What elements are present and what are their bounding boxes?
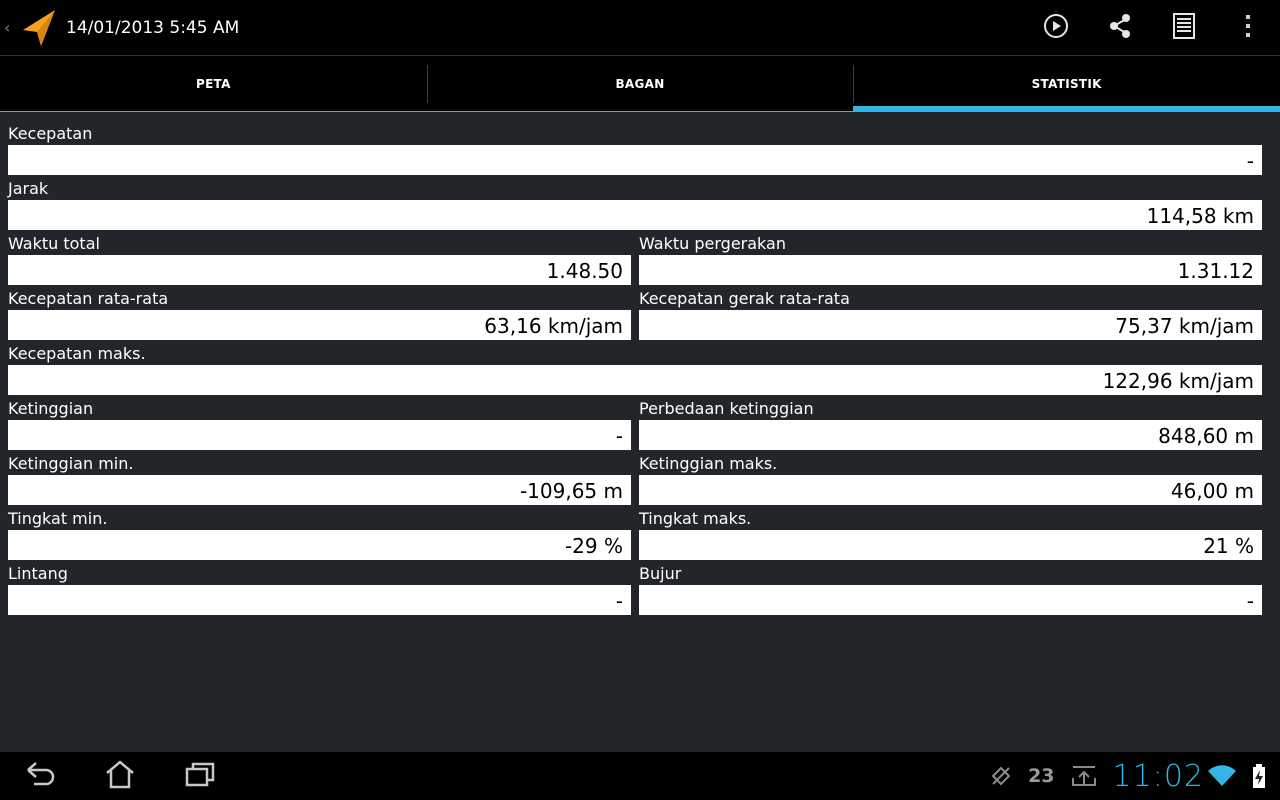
stat-perbedaan-ketinggian: Perbedaan ketinggian 848,60 m bbox=[639, 397, 1262, 452]
stat-value: - bbox=[8, 420, 631, 450]
system-bar: 23 11:02 bbox=[0, 752, 1280, 800]
stat-value: 114,58 km bbox=[8, 200, 1262, 230]
stat-ketinggian-maks: Ketinggian maks. 46,00 m bbox=[639, 452, 1262, 507]
stat-label: Perbedaan ketinggian bbox=[639, 399, 814, 418]
stat-value: 46,00 m bbox=[639, 475, 1262, 505]
tab-bagan[interactable]: BAGAN bbox=[426, 56, 854, 112]
overflow-menu-button[interactable] bbox=[1216, 0, 1280, 56]
clock: 11:02 bbox=[1112, 758, 1204, 794]
stat-label: Kecepatan gerak rata-rata bbox=[639, 289, 850, 308]
stat-value: 1.31.12 bbox=[639, 255, 1262, 285]
action-bar: ‹ 14/01/2013 5:45 AM bbox=[0, 0, 1280, 56]
overflow-menu-icon bbox=[1244, 13, 1252, 43]
recent-apps-button[interactable] bbox=[160, 752, 240, 800]
tab-label: PETA bbox=[195, 77, 231, 91]
stat-label: Waktu total bbox=[8, 234, 100, 253]
stat-value: - bbox=[639, 585, 1262, 615]
gps-off-icon bbox=[990, 765, 1012, 787]
statistics-panel: Kecepatan - Jarak 114,58 km Waktu total … bbox=[8, 122, 1262, 617]
stat-lintang: Lintang - bbox=[8, 562, 631, 617]
stat-label: Tingkat maks. bbox=[639, 509, 752, 528]
tab-bar: PETA BAGAN STATISTIK bbox=[0, 56, 1280, 112]
stat-kecepatan-gerak-rata-rata: Kecepatan gerak rata-rata 75,37 km/jam bbox=[639, 287, 1262, 342]
stat-value: 63,16 km/jam bbox=[8, 310, 631, 340]
stat-value: - bbox=[8, 145, 1262, 175]
stat-label: Ketinggian bbox=[8, 399, 94, 418]
stat-waktu-pergerakan: Waktu pergerakan 1.31.12 bbox=[639, 232, 1262, 287]
back-icon bbox=[24, 760, 56, 792]
tab-statistik[interactable]: STATISTIK bbox=[853, 56, 1280, 112]
stat-ketinggian: Ketinggian - bbox=[8, 397, 631, 452]
stat-label: Ketinggian min. bbox=[8, 454, 134, 473]
list-icon bbox=[1173, 12, 1195, 43]
stat-label: Waktu pergerakan bbox=[639, 234, 786, 253]
stat-tingkat-maks: Tingkat maks. 21 % bbox=[639, 507, 1262, 562]
stat-label: Lintang bbox=[8, 564, 68, 583]
stat-label: Jarak bbox=[8, 179, 49, 198]
stat-value: 75,37 km/jam bbox=[639, 310, 1262, 340]
stat-waktu-total: Waktu total 1.48.50 bbox=[8, 232, 631, 287]
navigation-arrow-icon[interactable] bbox=[18, 6, 58, 50]
page-title: 14/01/2013 5:45 AM bbox=[66, 17, 240, 38]
stat-label: Kecepatan rata-rata bbox=[8, 289, 169, 308]
stat-tingkat-min: Tingkat min. -29 % bbox=[8, 507, 631, 562]
stat-value: 21 % bbox=[639, 530, 1262, 560]
stat-jarak: Jarak 114,58 km bbox=[8, 177, 1262, 232]
tab-indicator bbox=[426, 111, 854, 112]
stat-value: 1.48.50 bbox=[8, 255, 631, 285]
play-button[interactable] bbox=[1024, 0, 1088, 56]
stat-kecepatan-rata-rata: Kecepatan rata-rata 63,16 km/jam bbox=[8, 287, 631, 342]
wifi-icon bbox=[1208, 765, 1236, 787]
notification-count: 23 bbox=[1028, 765, 1055, 787]
action-buttons bbox=[1024, 0, 1280, 56]
stat-label: Tingkat min. bbox=[8, 509, 108, 528]
tab-peta[interactable]: PETA bbox=[0, 56, 427, 112]
home-button[interactable] bbox=[80, 752, 160, 800]
tab-indicator bbox=[0, 111, 427, 112]
stat-label: Kecepatan bbox=[8, 124, 93, 143]
upload-icon bbox=[1071, 764, 1097, 788]
stat-value: - bbox=[8, 585, 631, 615]
stat-label: Kecepatan maks. bbox=[8, 344, 146, 363]
tab-label: STATISTIK bbox=[1031, 77, 1102, 91]
battery-charging-icon bbox=[1252, 763, 1266, 789]
list-button[interactable] bbox=[1152, 0, 1216, 56]
back-button[interactable] bbox=[0, 752, 80, 800]
home-icon bbox=[104, 759, 136, 793]
status-area[interactable]: 23 11:02 bbox=[974, 752, 1280, 800]
stat-bujur: Bujur - bbox=[639, 562, 1262, 617]
stat-ketinggian-min: Ketinggian min. -109,65 m bbox=[8, 452, 631, 507]
stat-value: 122,96 km/jam bbox=[8, 365, 1262, 395]
up-caret-icon[interactable]: ‹ bbox=[4, 18, 16, 37]
stat-label: Bujur bbox=[639, 564, 682, 583]
stat-kecepatan-maks: Kecepatan maks. 122,96 km/jam bbox=[8, 342, 1262, 397]
stat-value: -29 % bbox=[8, 530, 631, 560]
stat-value: 848,60 m bbox=[639, 420, 1262, 450]
stat-label: Ketinggian maks. bbox=[639, 454, 778, 473]
recent-apps-icon bbox=[184, 760, 216, 792]
tab-indicator-selected bbox=[853, 106, 1280, 112]
stat-kecepatan: Kecepatan - bbox=[8, 122, 1262, 177]
share-icon bbox=[1107, 13, 1133, 43]
stat-value: -109,65 m bbox=[8, 475, 631, 505]
tab-label: BAGAN bbox=[615, 77, 665, 91]
share-button[interactable] bbox=[1088, 0, 1152, 56]
play-icon bbox=[1043, 13, 1069, 43]
